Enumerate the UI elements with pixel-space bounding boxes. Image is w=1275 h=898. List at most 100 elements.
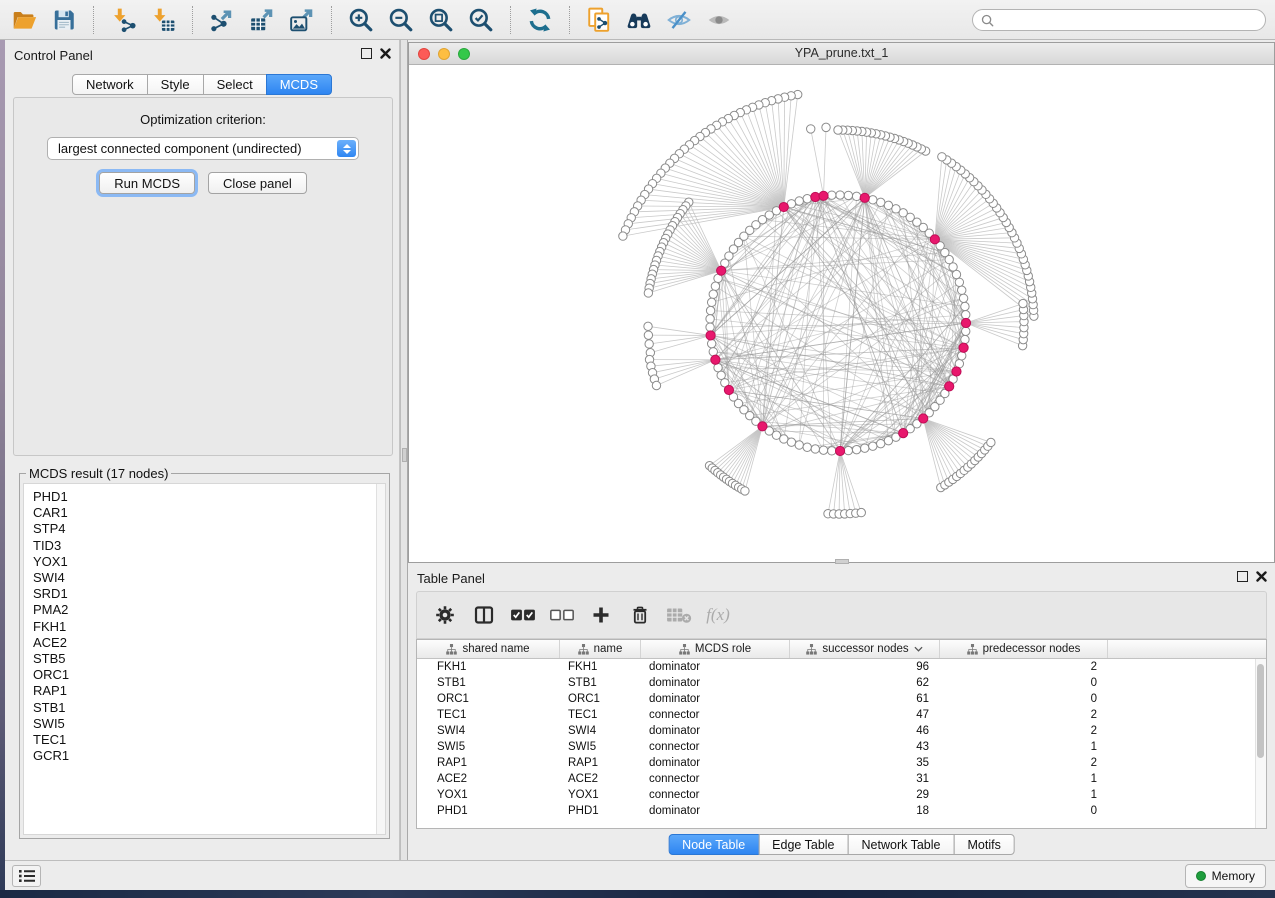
zoom-fit-button[interactable] xyxy=(423,4,459,36)
graph-hub-node[interactable] xyxy=(819,191,828,200)
graph-node[interactable] xyxy=(884,201,892,209)
graph-node[interactable] xyxy=(852,192,860,200)
cell-shared-name[interactable]: RAP1 xyxy=(417,755,560,771)
optimization-criterion-select[interactable]: largest connected component (undirected) xyxy=(47,137,359,160)
cell-predecessor-nodes[interactable]: 0 xyxy=(940,691,1108,707)
cell-shared-name[interactable]: YOX1 xyxy=(417,787,560,803)
cell-predecessor-nodes[interactable]: 2 xyxy=(940,723,1108,739)
column-header-predecessor-nodes[interactable]: predecessor nodes xyxy=(940,640,1108,658)
graph-node[interactable] xyxy=(962,311,970,319)
graph-node[interactable] xyxy=(803,443,811,451)
export-table-button[interactable] xyxy=(244,4,280,36)
add-column-button[interactable] xyxy=(585,599,617,631)
graph-node[interactable] xyxy=(844,191,852,199)
cell-name[interactable]: TEC1 xyxy=(560,707,641,723)
cell-successor-nodes[interactable]: 47 xyxy=(790,707,940,723)
graph-hub-node[interactable] xyxy=(899,429,908,438)
graph-node[interactable] xyxy=(787,438,795,446)
graph-node[interactable] xyxy=(795,197,803,205)
cell-successor-nodes[interactable]: 29 xyxy=(790,787,940,803)
network-graph[interactable] xyxy=(409,65,1274,562)
cell-MCDS-role[interactable]: dominator xyxy=(641,723,790,739)
maximize-window-icon[interactable] xyxy=(458,48,470,60)
table-row[interactable]: YOX1YOX1connector291 xyxy=(417,787,1266,803)
cell-shared-name[interactable]: FKH1 xyxy=(417,659,560,675)
table-row[interactable]: SWI5SWI5connector431 xyxy=(417,739,1266,755)
graph-hub-node[interactable] xyxy=(717,266,726,275)
graph-node[interactable] xyxy=(852,445,860,453)
zoom-in-button[interactable] xyxy=(343,4,379,36)
mcds-result-item[interactable]: CAR1 xyxy=(33,505,385,521)
graph-node[interactable] xyxy=(709,348,717,356)
cell-successor-nodes[interactable]: 31 xyxy=(790,771,940,787)
export-network-button[interactable] xyxy=(204,4,240,36)
cell-shared-name[interactable]: STB1 xyxy=(417,675,560,691)
close-panel-icon[interactable] xyxy=(380,48,391,59)
graph-node[interactable] xyxy=(869,196,877,204)
graph-hub-node[interactable] xyxy=(945,382,954,391)
cell-name[interactable]: ACE2 xyxy=(560,771,641,787)
graph-node[interactable] xyxy=(828,447,836,455)
zoom-out-button[interactable] xyxy=(383,4,419,36)
cell-successor-nodes[interactable]: 18 xyxy=(790,803,940,819)
minimize-window-icon[interactable] xyxy=(438,48,450,60)
graph-node[interactable] xyxy=(962,327,970,335)
apply-layout-button[interactable] xyxy=(522,4,558,36)
graph-node[interactable] xyxy=(711,282,719,290)
graph-node[interactable] xyxy=(876,198,884,206)
cell-MCDS-role[interactable]: dominator xyxy=(641,755,790,771)
mcds-result-item[interactable]: STP4 xyxy=(33,521,385,537)
cell-shared-name[interactable]: SWI5 xyxy=(417,739,560,755)
graph-node[interactable] xyxy=(961,335,969,343)
graph-node[interactable] xyxy=(836,191,844,199)
cell-successor-nodes[interactable]: 43 xyxy=(790,739,940,755)
column-header-successor-nodes[interactable]: successor nodes xyxy=(790,640,940,658)
mcds-result-item[interactable]: TEC1 xyxy=(33,732,385,748)
table-scrollbar[interactable] xyxy=(1255,659,1266,828)
graph-node[interactable] xyxy=(652,381,660,389)
graph-node[interactable] xyxy=(707,298,715,306)
graph-node[interactable] xyxy=(1019,299,1027,307)
network-canvas[interactable] xyxy=(409,65,1274,562)
export-image-button[interactable] xyxy=(284,4,320,36)
graph-node[interactable] xyxy=(706,306,714,314)
mcds-result-item[interactable]: RAP1 xyxy=(33,683,385,699)
memory-button[interactable]: Memory xyxy=(1185,864,1266,888)
result-list-scrollbar[interactable] xyxy=(376,484,385,834)
column-header-name[interactable]: name xyxy=(560,640,641,658)
graph-node[interactable] xyxy=(803,195,811,203)
mcds-result-item[interactable]: STB5 xyxy=(33,651,385,667)
graph-node[interactable] xyxy=(987,438,995,446)
show-all-button[interactable] xyxy=(701,4,737,36)
graph-hub-node[interactable] xyxy=(779,202,788,211)
graph-node[interactable] xyxy=(644,289,652,297)
graph-node[interactable] xyxy=(828,191,836,199)
select-all-rows-button[interactable] xyxy=(507,599,539,631)
cell-name[interactable]: SWI4 xyxy=(560,723,641,739)
mcds-result-item[interactable]: SWI5 xyxy=(33,716,385,732)
first-neighbors-button[interactable] xyxy=(621,4,657,36)
splitter-grip[interactable] xyxy=(402,448,407,462)
cell-MCDS-role[interactable]: dominator xyxy=(641,691,790,707)
graph-hub-node[interactable] xyxy=(711,355,720,364)
cell-name[interactable]: STB1 xyxy=(560,675,641,691)
cell-name[interactable]: RAP1 xyxy=(560,755,641,771)
search-input[interactable] xyxy=(994,13,1265,27)
graph-node[interactable] xyxy=(861,444,869,452)
mcds-result-item[interactable]: FKH1 xyxy=(33,619,385,635)
graph-hub-node[interactable] xyxy=(811,192,820,201)
close-window-icon[interactable] xyxy=(418,48,430,60)
table-row[interactable]: SWI4SWI4dominator462 xyxy=(417,723,1266,739)
graph-node[interactable] xyxy=(822,123,830,131)
mcds-result-item[interactable]: ORC1 xyxy=(33,667,385,683)
cell-predecessor-nodes[interactable]: 2 xyxy=(940,755,1108,771)
zoom-selected-button[interactable] xyxy=(463,4,499,36)
cell-MCDS-role[interactable]: connector xyxy=(641,707,790,723)
cell-name[interactable]: SWI5 xyxy=(560,739,641,755)
graph-hub-node[interactable] xyxy=(919,414,928,423)
cell-successor-nodes[interactable]: 61 xyxy=(790,691,940,707)
column-header-MCDS-role[interactable]: MCDS role xyxy=(641,640,790,658)
tab-mcds[interactable]: MCDS xyxy=(266,74,332,95)
graph-node[interactable] xyxy=(961,302,969,310)
mcds-result-item[interactable]: PHD1 xyxy=(33,489,385,505)
